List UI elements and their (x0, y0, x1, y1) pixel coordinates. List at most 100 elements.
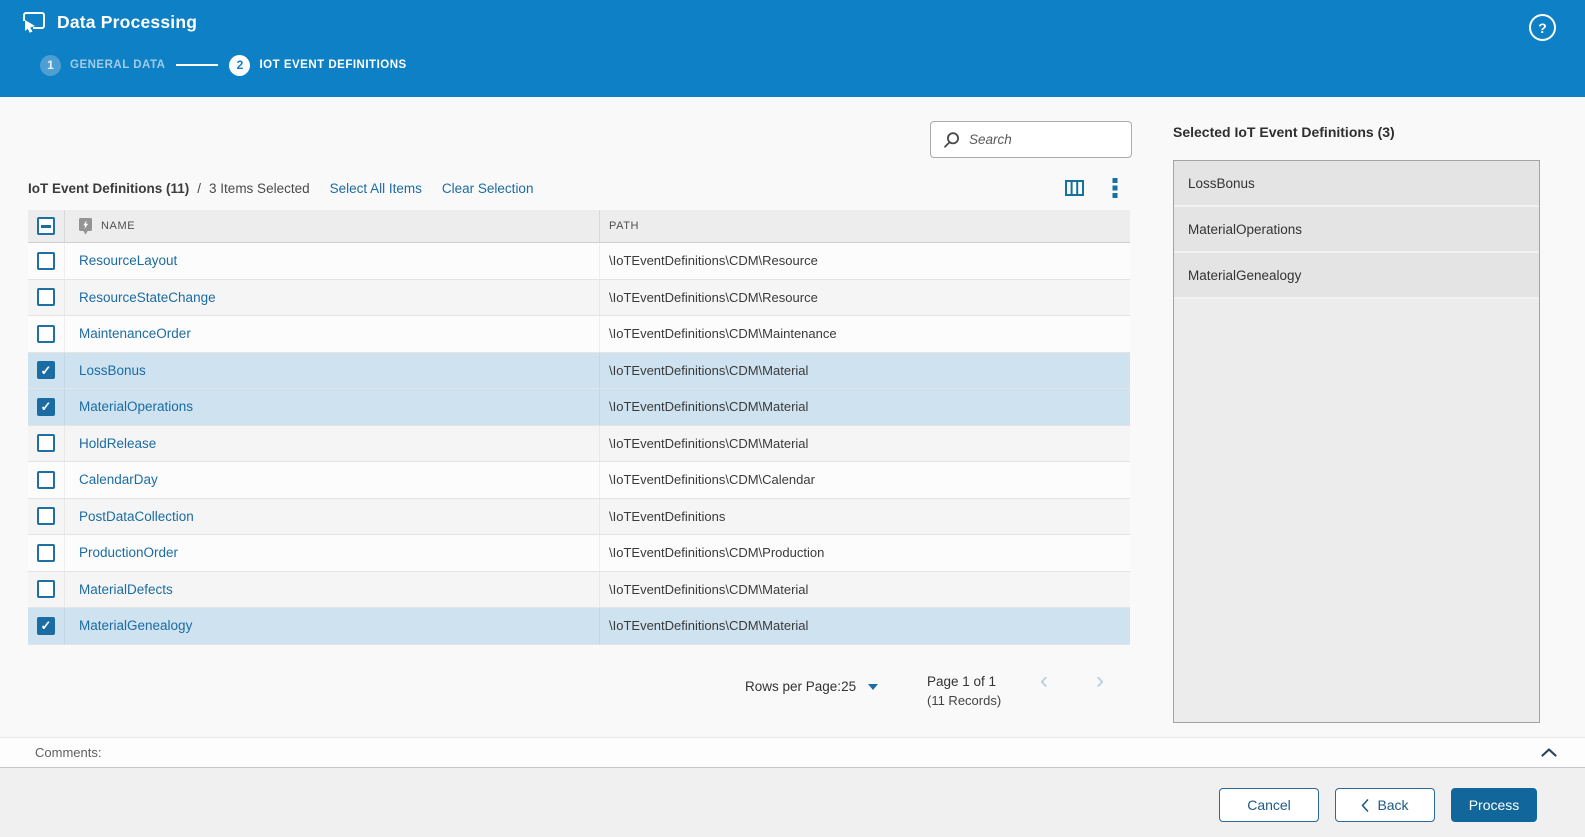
table-row[interactable]: CalendarDay \IoTEventDefinitions\CDM\Cal… (28, 462, 1130, 499)
selected-list: LossBonus MaterialOperations MaterialGen… (1173, 160, 1540, 723)
row-name-link[interactable]: ResourceLayout (79, 253, 177, 268)
back-button-label: Back (1377, 797, 1408, 813)
row-path: \IoTEventDefinitions\CDM\Resource (600, 243, 1130, 279)
step-2-circle: 2 (229, 55, 250, 76)
pinned-column-icon (79, 218, 92, 235)
table-row[interactable]: MaterialDefects \IoTEventDefinitions\CDM… (28, 572, 1130, 609)
pagination-bar: Rows per Page:25 Page 1 of 1 (11 Records… (28, 665, 1130, 717)
row-checkbox[interactable] (37, 252, 55, 270)
row-checkbox[interactable] (37, 288, 55, 306)
page-info: Page 1 of 1 (11 Records) (927, 672, 1001, 710)
row-path: \IoTEventDefinitions\CDM\Production (600, 535, 1130, 571)
row-path: \IoTEventDefinitions\CDM\Material (600, 353, 1130, 389)
chevron-up-icon[interactable] (1541, 748, 1557, 757)
search-icon (941, 130, 961, 150)
app-title-row: Data Processing (22, 11, 197, 33)
search-input[interactable] (961, 132, 1154, 147)
select-all-link[interactable]: Select All Items (330, 181, 422, 196)
selected-item[interactable]: LossBonus (1174, 161, 1539, 207)
app-header: Data Processing ? 1 GENERAL DATA 2 IOT E… (0, 0, 1585, 97)
row-checkbox[interactable] (37, 580, 55, 598)
row-path: \IoTEventDefinitions\CDM\Resource (600, 280, 1130, 316)
selected-item-label: LossBonus (1188, 176, 1255, 191)
page-label: Page 1 of 1 (927, 672, 1001, 691)
row-path: \IoTEventDefinitions\CDM\Calendar (600, 462, 1130, 498)
prev-page-icon[interactable]: ‹ (1040, 667, 1048, 695)
table-row[interactable]: ResourceLayout \IoTEventDefinitions\CDM\… (28, 243, 1130, 280)
footer-bar: Cancel Back Process (0, 768, 1585, 837)
selected-item[interactable]: MaterialGenealogy (1174, 253, 1539, 299)
row-name-link[interactable]: MaterialOperations (79, 399, 193, 414)
table-row[interactable]: PostDataCollection \IoTEventDefinitions (28, 499, 1130, 536)
row-checkbox[interactable] (37, 617, 55, 635)
rows-per-page-dropdown[interactable]: Rows per Page:25 (745, 679, 878, 694)
row-checkbox[interactable] (37, 434, 55, 452)
table-row[interactable]: ProductionOrder \IoTEventDefinitions\CDM… (28, 535, 1130, 572)
process-button-label: Process (1469, 797, 1520, 813)
selection-summary: 3 Items Selected (209, 181, 310, 196)
step-connector (176, 64, 218, 66)
search-box[interactable] (930, 121, 1132, 158)
row-name-link[interactable]: MaintenanceOrder (79, 326, 191, 341)
selection-separator: / (197, 181, 201, 196)
comments-bar[interactable]: Comments: (0, 737, 1585, 768)
comments-label: Comments: (35, 745, 101, 760)
row-checkbox[interactable] (37, 325, 55, 343)
table-row[interactable]: MaterialGenealogy \IoTEventDefinitions\C… (28, 608, 1130, 645)
step-2-label: IOT EVENT DEFINITIONS (259, 59, 406, 71)
row-name-link[interactable]: MaterialGenealogy (79, 618, 192, 633)
column-chooser-icon[interactable] (1064, 178, 1085, 198)
row-checkbox[interactable] (37, 507, 55, 525)
table-header: NAME PATH (28, 210, 1130, 243)
toolbar-icons (1064, 177, 1130, 199)
table-row[interactable]: LossBonus \IoTEventDefinitions\CDM\Mater… (28, 353, 1130, 390)
table-row[interactable]: HoldRelease \IoTEventDefinitions\CDM\Mat… (28, 426, 1130, 463)
row-name-link[interactable]: PostDataCollection (79, 509, 194, 524)
triangle-down-icon (868, 684, 878, 690)
column-header-name[interactable]: NAME (101, 220, 135, 232)
help-icon[interactable]: ? (1529, 14, 1556, 41)
row-path: \IoTEventDefinitions\CDM\Maintenance (600, 316, 1130, 352)
wizard-steps: 1 GENERAL DATA 2 IOT EVENT DEFINITIONS (40, 53, 407, 77)
row-path: \IoTEventDefinitions\CDM\Material (600, 608, 1130, 644)
main-content: IoT Event Definitions (11) / 3 Items Sel… (0, 97, 1585, 737)
clear-selection-link[interactable]: Clear Selection (442, 181, 534, 196)
row-name-link[interactable]: ProductionOrder (79, 545, 178, 560)
table-row[interactable]: ResourceStateChange \IoTEventDefinitions… (28, 280, 1130, 317)
table-row[interactable]: MaintenanceOrder \IoTEventDefinitions\CD… (28, 316, 1130, 353)
step-1-circle[interactable]: 1 (40, 55, 61, 76)
row-checkbox[interactable] (37, 398, 55, 416)
cancel-button[interactable]: Cancel (1219, 788, 1319, 822)
back-button[interactable]: Back (1335, 788, 1435, 822)
row-checkbox[interactable] (37, 361, 55, 379)
row-path: \IoTEventDefinitions\CDM\Material (600, 572, 1130, 608)
data-processing-icon (22, 11, 46, 33)
next-page-icon[interactable]: › (1096, 667, 1104, 695)
row-name-link[interactable]: ResourceStateChange (79, 290, 216, 305)
row-checkbox[interactable] (37, 544, 55, 562)
select-all-checkbox[interactable] (37, 217, 55, 235)
chevron-left-icon (1361, 799, 1369, 812)
process-button[interactable]: Process (1451, 788, 1537, 822)
table-row[interactable]: MaterialOperations \IoTEventDefinitions\… (28, 389, 1130, 426)
row-name-link[interactable]: HoldRelease (79, 436, 156, 451)
row-name-link[interactable]: MaterialDefects (79, 582, 173, 597)
rows-per-page-label: Rows per Page: (745, 679, 841, 694)
selected-item[interactable]: MaterialOperations (1174, 207, 1539, 253)
rows-per-page-value[interactable]: 25 (841, 679, 856, 694)
list-title: IoT Event Definitions (11) (28, 181, 189, 196)
table-body: ResourceLayout \IoTEventDefinitions\CDM\… (28, 243, 1130, 645)
cancel-button-label: Cancel (1247, 797, 1291, 813)
selected-panel-title: Selected IoT Event Definitions (3) (1173, 124, 1395, 140)
step-1-label[interactable]: GENERAL DATA (70, 59, 165, 71)
row-checkbox[interactable] (37, 471, 55, 489)
row-path: \IoTEventDefinitions\CDM\Material (600, 426, 1130, 462)
row-path: \IoTEventDefinitions\CDM\Material (600, 389, 1130, 425)
row-name-link[interactable]: LossBonus (79, 363, 146, 378)
column-header-path[interactable]: PATH (609, 220, 639, 232)
list-toolbar: IoT Event Definitions (11) / 3 Items Sel… (28, 173, 1130, 203)
selected-item-label: MaterialOperations (1188, 222, 1302, 237)
row-name-link[interactable]: CalendarDay (79, 472, 158, 487)
more-menu-icon[interactable] (1112, 177, 1118, 199)
selected-item-label: MaterialGenealogy (1188, 268, 1301, 283)
